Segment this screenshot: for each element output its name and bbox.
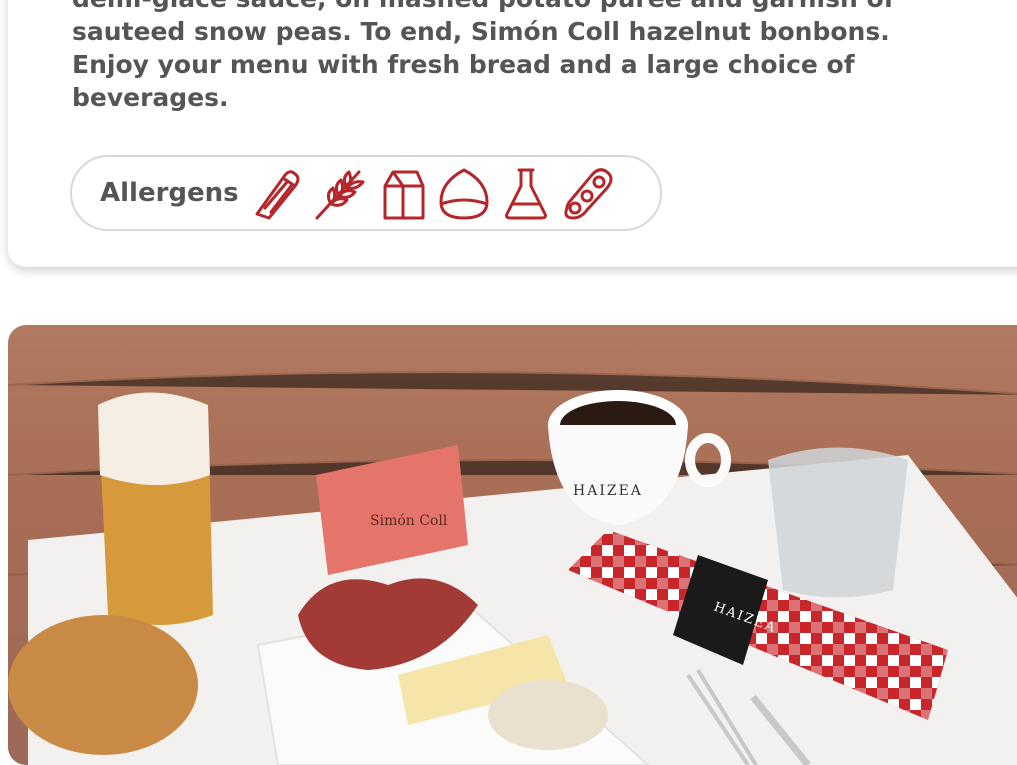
nuts-icon: [435, 164, 493, 222]
allergens-bar: Allergens: [70, 155, 662, 231]
cup-brand-text: HAIZEA: [573, 483, 643, 499]
menu-photo: Simón Coll HAIZEA HAIZEA: [8, 325, 1017, 765]
celery-icon: [249, 164, 307, 222]
sulphites-icon: [497, 164, 555, 222]
soy-icon: [559, 164, 617, 222]
description-line: demi-glace sauce, on mashed potato purée…: [72, 0, 932, 15]
menu-description: demi-glace sauce, on mashed potato purée…: [72, 0, 932, 114]
chocolate-brand-text: Simón Coll: [370, 513, 448, 529]
bread-roll: [8, 615, 198, 755]
gluten-wheat-icon: [311, 164, 369, 222]
milk-icon: [373, 164, 431, 222]
description-line: sauteed snow peas. To end, Simón Coll ha…: [72, 17, 890, 46]
description-line: beverages.: [72, 83, 229, 112]
description-line: Enjoy your menu with fresh bread and a l…: [72, 50, 855, 79]
allergens-label: Allergens: [100, 178, 239, 208]
water-glass: [768, 447, 908, 598]
beer-glass: [98, 392, 213, 625]
